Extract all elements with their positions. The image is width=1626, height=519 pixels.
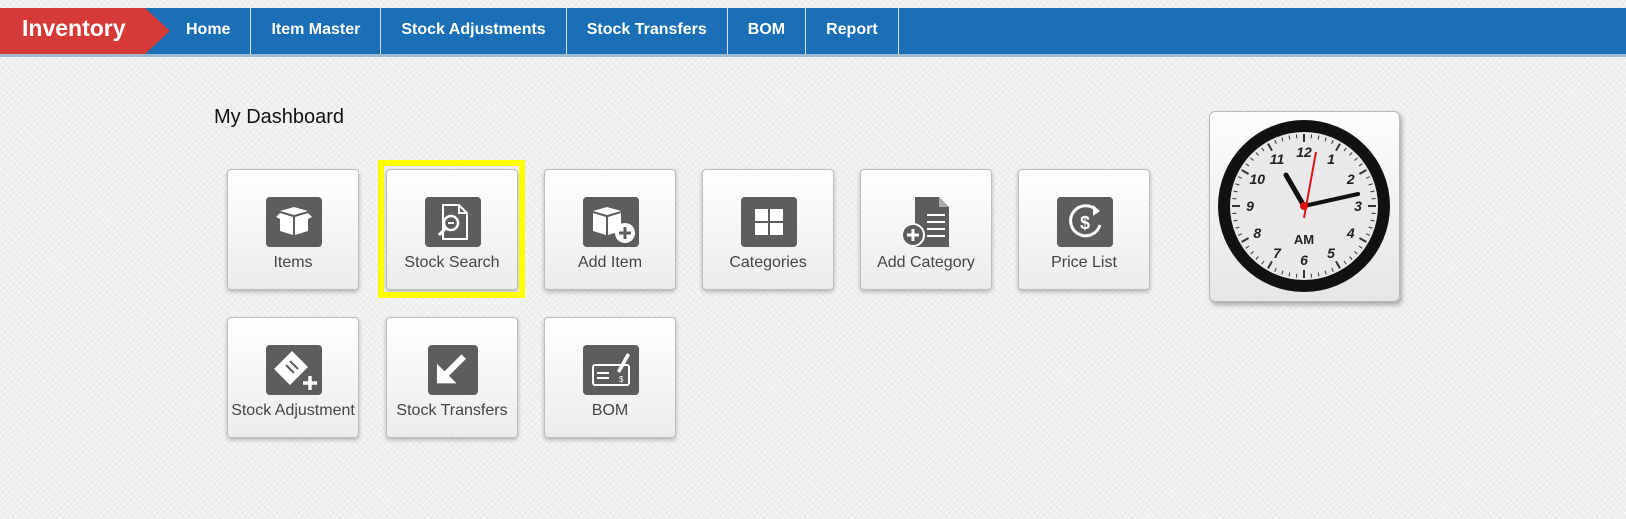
tile-highlight <box>378 160 525 298</box>
nav-home[interactable]: Home <box>166 8 252 54</box>
nav-report[interactable]: Report <box>806 8 899 54</box>
clock-numeral: 6 <box>1300 252 1308 268</box>
ticket-add-icon <box>266 345 322 395</box>
tile-label: Add Item <box>577 254 643 271</box>
grid-icon <box>741 197 797 247</box>
tile-label: Stock Adjustment <box>231 402 355 419</box>
tile-label: Stock Transfers <box>396 402 508 419</box>
tile-label: BOM <box>591 402 629 419</box>
nav-item-master[interactable]: Item Master <box>251 8 382 54</box>
tile-label: Price List <box>1051 254 1117 271</box>
clock-numeral: 2 <box>1346 171 1355 187</box>
tile-price-list[interactable]: $ Price List <box>1018 169 1150 290</box>
tile-label: Categories <box>729 254 807 271</box>
tile-stock-transfers[interactable]: Stock Transfers <box>386 317 518 438</box>
tile-items[interactable]: Items <box>227 169 359 290</box>
dollar-refresh-icon: $ <box>1057 197 1113 247</box>
nav-stock-transfers[interactable]: Stock Transfers <box>567 8 728 54</box>
clock-numeral: 1 <box>1327 151 1335 167</box>
top-navbar: Inventory Home Item Master Stock Adjustm… <box>0 8 1626 57</box>
clock-numeral: 3 <box>1354 198 1362 214</box>
main-nav: Home Item Master Stock Adjustments Stock… <box>166 8 899 54</box>
arrow-down-left-icon <box>428 345 478 395</box>
tile-add-category[interactable]: Add Category <box>860 169 992 290</box>
tile-categories[interactable]: Categories <box>702 169 834 290</box>
clock-numeral: 4 <box>1346 225 1355 241</box>
tile-add-item[interactable]: Add Item <box>544 169 676 290</box>
tile-bom[interactable]: $ BOM <box>544 317 676 438</box>
clock-widget: 12 1 2 3 4 5 6 7 8 9 10 11 AM <box>1209 111 1400 302</box>
tile-label: Items <box>273 254 313 271</box>
signature-check-icon: $ <box>583 345 639 395</box>
clock-numeral: 9 <box>1246 198 1254 214</box>
tile-stock-adjustment[interactable]: Stock Adjustment <box>227 317 359 438</box>
boxes-icon <box>266 197 322 247</box>
clock-numeral: 8 <box>1253 225 1261 241</box>
svg-text:$: $ <box>1080 213 1090 233</box>
analog-clock: 12 12 3 45 6 78 9 10 11 AM <box>1218 120 1390 292</box>
document-add-icon <box>901 197 949 247</box>
clock-numeral: 10 <box>1249 171 1265 187</box>
nav-stock-adjustments[interactable]: Stock Adjustments <box>381 8 567 54</box>
svg-text:$: $ <box>619 375 624 384</box>
clock-numeral: 7 <box>1273 245 1282 261</box>
brand-logo[interactable]: Inventory <box>0 8 170 54</box>
tile-label: Add Category <box>877 254 975 271</box>
clock-numeral: 5 <box>1327 245 1335 261</box>
clock-numeral: 11 <box>1270 151 1285 167</box>
nav-bom[interactable]: BOM <box>728 8 807 54</box>
clock-meridiem: AM <box>1294 232 1314 247</box>
clock-numeral: 12 <box>1296 144 1312 160</box>
page-title: My Dashboard <box>214 106 345 128</box>
boxes-add-icon <box>583 197 639 247</box>
